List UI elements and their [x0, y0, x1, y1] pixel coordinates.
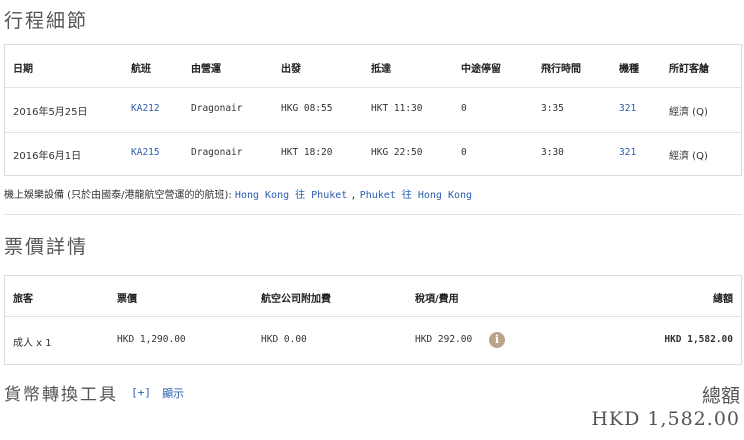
info-icon[interactable]: i — [489, 332, 505, 348]
header-aircraft: 機種 — [619, 64, 639, 75]
entertainment-link-outbound[interactable]: Hong Kong 往 Phuket — [235, 190, 347, 201]
fare-passenger: 成人 x 1 — [13, 338, 52, 349]
row-arrival: HKG 22:50 — [371, 147, 423, 158]
itinerary-header-row: 日期 航班 由營運 出發 抵達 中途停留 飛行時間 機種 所訂客艙 — [5, 45, 741, 87]
row-duration: 3:35 — [541, 103, 564, 114]
header-surcharge: 航空公司附加費 — [261, 294, 331, 305]
grand-total-amount: HKD 1,582.00 — [591, 408, 740, 430]
itinerary-title: 行程細節 — [4, 10, 89, 32]
aircraft-type-link[interactable]: 321 — [619, 147, 636, 158]
itinerary-row: 2016年5月25日 KA212 Dragonair HKG 08:55 HKT… — [5, 87, 741, 132]
header-duration: 飛行時間 — [541, 64, 581, 75]
flight-number-link[interactable]: KA212 — [131, 103, 160, 114]
row-operator: Dragonair — [191, 147, 243, 158]
booking-summary-page: 行程細節 日期 航班 由營運 出發 抵達 中途停留 飛行時間 機種 所訂客艙 2… — [0, 0, 744, 440]
row-cabin: 經濟 (Q) — [669, 107, 708, 118]
entertainment-link-return[interactable]: Phuket 往 Hong Kong — [360, 190, 472, 201]
row-departure: HKG 08:55 — [281, 103, 333, 114]
section-divider — [4, 214, 742, 215]
header-operator: 由營運 — [191, 64, 221, 75]
row-departure: HKT 18:20 — [281, 147, 333, 158]
converter-show-link[interactable]: 顯示 — [162, 387, 184, 400]
header-fare: 票價 — [117, 294, 137, 305]
row-duration: 3:30 — [541, 147, 564, 158]
header-date: 日期 — [13, 64, 33, 75]
fare-surcharge: HKD 0.00 — [261, 334, 307, 345]
grand-total-label: 總額 — [701, 385, 740, 407]
header-taxes: 稅項/費用 — [415, 294, 459, 305]
header-stops: 中途停留 — [461, 64, 501, 75]
header-departure: 出發 — [281, 64, 301, 75]
fare-total: HKD 1,582.00 — [664, 334, 733, 345]
row-date: 2016年5月25日 — [13, 107, 88, 118]
header-cabin: 所訂客艙 — [669, 64, 709, 75]
itinerary-table: 日期 航班 由營運 出發 抵達 中途停留 飛行時間 機種 所訂客艙 2016年5… — [4, 44, 742, 176]
fare-title: 票價詳情 — [4, 236, 89, 258]
fare-header-row: 旅客 票價 航空公司附加費 稅項/費用 總額 — [5, 276, 741, 316]
row-date: 2016年6月1日 — [13, 151, 82, 162]
row-stops: 0 — [461, 103, 467, 114]
currency-converter: 貨幣轉換工具 [+] 顯示 — [4, 380, 184, 405]
fare-table: 旅客 票價 航空公司附加費 稅項/費用 總額 成人 x 1 HKD 1,290.… — [4, 275, 742, 365]
row-stops: 0 — [461, 147, 467, 158]
fare-amount: HKD 1,290.00 — [117, 334, 186, 345]
flight-number-link[interactable]: KA215 — [131, 147, 160, 158]
fare-taxes: HKD 292.00 — [415, 334, 473, 345]
itinerary-row: 2016年6月1日 KA215 Dragonair HKT 18:20 HKG … — [5, 132, 741, 176]
row-operator: Dragonair — [191, 103, 243, 114]
converter-title: 貨幣轉換工具 — [4, 385, 118, 405]
fare-row: 成人 x 1 HKD 1,290.00 HKD 0.00 HKD 292.00 … — [5, 316, 741, 364]
aircraft-type-link[interactable]: 321 — [619, 103, 636, 114]
header-passenger: 旅客 — [13, 294, 33, 305]
inflight-entertainment-note: 機上娛樂設備 (只於由國泰/港龍航空營運的的航班): Hong Kong 往 P… — [4, 186, 472, 201]
header-flight: 航班 — [131, 64, 151, 75]
entertainment-separator: , — [350, 190, 357, 201]
header-arrival: 抵達 — [371, 64, 391, 75]
converter-expand-toggle[interactable]: [+] — [131, 386, 151, 399]
row-arrival: HKT 11:30 — [371, 103, 423, 114]
row-cabin: 經濟 (Q) — [669, 151, 708, 162]
entertainment-prefix: 機上娛樂設備 (只於由國泰/港龍航空營運的的航班): — [4, 190, 232, 201]
header-total: 總額 — [713, 294, 733, 305]
